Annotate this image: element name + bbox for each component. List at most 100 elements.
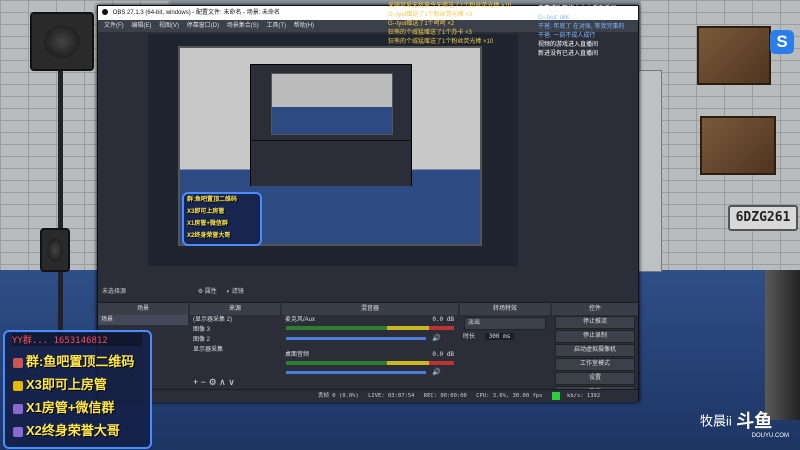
menu-edit[interactable]: 编辑(E) <box>131 23 151 29</box>
mic-level: 0.0 dB <box>432 316 454 323</box>
sources-dock: 来源 (显示器采集 2) 图像 3 图像 2 显示器采集 + − ⚙ ∧ ∨ <box>190 302 280 387</box>
chat-message: 干爸: 年底了 在对账, 等我完事的 <box>538 24 625 30</box>
menu-docks[interactable]: 停靠窗口(D) <box>187 23 219 29</box>
desktop-label: 桌面音频 <box>285 352 310 358</box>
wall-panel-top <box>697 26 771 85</box>
nested-obs-capture <box>250 64 412 186</box>
cpu-fps: CPU: 3.6%, 30.00 fps <box>476 393 543 399</box>
mixer-channel-desktop: 桌面音频 0.0 dB <box>282 350 458 360</box>
nested-overlay-line: 群:鱼吧置顶二维码 <box>187 197 237 203</box>
chat-message: 新进没有已进入直播间 <box>538 51 599 57</box>
chat-message: 狂熊的个威猛赠送了1个办卡 ×3 <box>388 30 472 36</box>
status-bar: 丢帧 0 (0.0%) LIVE: 03:07:54 REC: 00:00:00… <box>98 389 638 402</box>
menu-tools[interactable]: 工具(T) <box>266 23 286 29</box>
chat-message: 干爸: 一刻不成人成行 <box>538 33 596 39</box>
gift-chat-panel: 呆萌可爱无敌黄今天赠送了1个粉丝荧光棒 ×10 G--tyut赠送了1个粉丝荧光… <box>388 2 543 47</box>
stop-streaming-button[interactable]: 停止推流 <box>555 316 635 329</box>
controls-dock: 控件 停止推流 停止录制 启动虚拟摄像机 工作室模式 设置 退出 <box>552 302 638 399</box>
wall-panel-middle <box>700 116 776 175</box>
streamer-name: 牧晨ii <box>700 413 732 429</box>
mic-volume-slider[interactable] <box>286 337 426 340</box>
stop-recording-button[interactable]: 停止录制 <box>555 330 635 343</box>
menu-scene-collection[interactable]: 场景集合(S) <box>227 23 259 29</box>
nested-docks <box>251 140 411 186</box>
transitions-dock-title: 转场特效 <box>460 303 550 315</box>
settings-button[interactable]: 设置 <box>555 372 635 385</box>
speaker-left <box>30 12 94 71</box>
preview-canvas[interactable]: 群:鱼吧置顶二维码 X3即可上房管 X1房管+微信群 X2终身荣誉大哥 <box>148 34 518 266</box>
move-up-icon[interactable]: ∧ <box>219 377 226 387</box>
filter-icon[interactable]: ◐ <box>226 289 230 295</box>
overlay-line-qr: 群:鱼吧置顶二维码 <box>5 350 150 373</box>
obs-window[interactable]: OBS 27.1.3 (64-bit, windows) - 配置文件: 未命名… <box>97 5 639 402</box>
source-settings-icon[interactable]: ⚙ <box>209 377 217 387</box>
speaker-small <box>40 228 70 272</box>
streamer-info-overlay: 群:鱼吧置顶二维码 X3即可上房管 X1房管+微信群 X2终身荣誉大哥 <box>3 330 152 449</box>
menu-view[interactable]: 视图(V) <box>159 23 179 29</box>
nested-overlay-line: X1房管+微信群 <box>187 221 228 227</box>
properties-button[interactable]: 属性 <box>205 289 217 295</box>
mic-label: 麦克风/Aux <box>285 317 316 323</box>
overlay-line-moderator: X3即可上房管 <box>5 373 150 396</box>
overlay-line-wechat: X1房管+微信群 <box>5 396 150 419</box>
duration-row: 时长 300 ms <box>460 332 550 342</box>
desktop-volume-slider[interactable] <box>286 371 426 374</box>
controls-dock-title: 控件 <box>552 303 638 315</box>
wall-pipe <box>765 270 800 420</box>
source-item[interactable]: 图像 3 <box>190 325 280 335</box>
live-timer: LIVE: 03:07:54 <box>368 393 415 399</box>
douyu-watermark: 牧晨ii 斗鱼 DOUYU.COM <box>700 407 795 439</box>
douyu-logo: 斗鱼 <box>736 411 773 431</box>
chat-message: 狂熊的个威猛赠送了1个粉丝荧光棒 ×10 <box>388 39 494 45</box>
game-logo-icon: S <box>770 30 794 54</box>
preview-capture: 群:鱼吧置顶二维码 X3即可上房管 X1房管+微信群 X2终身荣誉大哥 <box>178 46 482 246</box>
rocket-icon <box>13 403 23 414</box>
remove-source-icon[interactable]: − <box>201 377 206 387</box>
nested-overlay-line: X2终身荣誉大哥 <box>187 233 231 239</box>
source-toolbar: 未选择源 ⚙ 属性 ◐ 滤镜 <box>98 286 638 298</box>
desktop-level: 0.0 dB <box>432 351 454 358</box>
gear-icon[interactable]: ⚙ <box>198 289 203 295</box>
bitrate: kb/s: 1392 <box>567 393 601 399</box>
add-source-icon[interactable]: + <box>193 377 198 387</box>
source-item[interactable]: 显示器采集 <box>190 345 280 355</box>
mixer-dock-title: 混音器 <box>282 303 458 315</box>
overlay-line-honor: X2终身荣誉大哥 <box>5 419 150 442</box>
mic-meter <box>286 326 454 330</box>
speaker-pole <box>58 60 63 340</box>
dropped-frames: 丢帧 0 (0.0%) <box>318 393 359 399</box>
no-source-selected-label: 未选择源 <box>102 289 127 295</box>
rocket-icon <box>13 426 23 437</box>
menu-help[interactable]: 帮助(H) <box>294 23 314 29</box>
studio-mode-button[interactable]: 工作室模式 <box>555 358 635 371</box>
nested-preview <box>271 73 393 135</box>
duration-input[interactable]: 300 ms <box>484 333 515 340</box>
transitions-dock: 转场特效 淡出 时长 300 ms <box>460 302 550 387</box>
chat-message: 视频的游戏进入直播间 <box>538 42 599 48</box>
mixer-channel-mic: 麦克风/Aux 0.0 dB <box>282 315 458 325</box>
chat-message: G--tyut赠送了1个呵呵 ×2 <box>388 21 455 27</box>
source-item[interactable]: (显示器采集 2) <box>190 315 280 325</box>
transition-select[interactable]: 淡出 <box>464 317 546 330</box>
menu-file[interactable]: 文件(F) <box>104 23 124 29</box>
avatar-icon <box>13 357 23 368</box>
chat-message: 恭喜成功签约本大主播直播间 <box>538 6 617 12</box>
start-virtual-camera-button[interactable]: 启动虚拟摄像机 <box>555 344 635 357</box>
source-item[interactable]: 图像 2 <box>190 335 280 345</box>
stream-health-indicator <box>551 391 560 400</box>
filters-button[interactable]: 滤镜 <box>232 289 244 295</box>
douyu-site: DOUYU.COM <box>751 433 789 439</box>
group-number-tag: YY群... 1653146812 <box>12 333 142 346</box>
move-down-icon[interactable]: ∨ <box>228 377 235 387</box>
nested-overlay-panel: 群:鱼吧置顶二维码 X3即可上房管 X1房管+微信群 X2终身荣誉大哥 <box>182 192 262 246</box>
duration-label: 时长 <box>463 334 476 340</box>
speaker-icon[interactable]: 🔊 <box>432 368 441 376</box>
chat-message: 呆萌可爱无敌黄今天赠送了1个粉丝荧光棒 ×10 <box>388 3 512 9</box>
mixer-dock: 混音器 麦克风/Aux 0.0 dB 🔊 桌面音频 0.0 dB 🔊 <box>282 302 458 387</box>
desktop-meter <box>286 361 454 365</box>
speaker-icon[interactable]: 🔊 <box>432 334 441 342</box>
danmaku-chat-panel: 恭喜成功签约本大主播直播间 G--tyut: okk 干爸: 年底了 在对账, … <box>538 5 678 59</box>
nested-overlay-line: X3即可上房管 <box>187 209 225 215</box>
license-plate: 6DZG261 <box>728 205 798 231</box>
scene-item[interactable]: 场景 <box>98 315 188 325</box>
